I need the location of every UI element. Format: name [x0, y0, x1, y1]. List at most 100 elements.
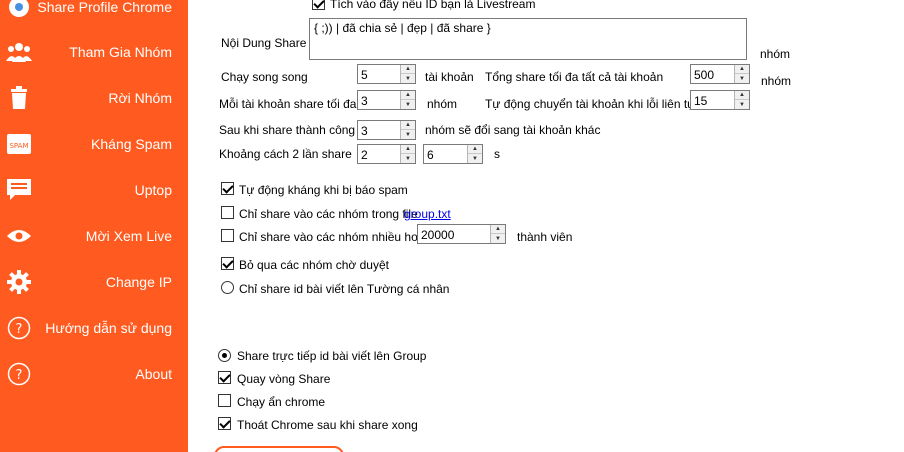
stepper-down-icon[interactable]: ▼ — [491, 234, 505, 243]
sidebar-item-khang-spam[interactable]: SPAM Kháng Spam — [0, 124, 188, 164]
stepper-value: 6 — [427, 148, 434, 162]
noi-dung-textarea[interactable]: { ;)) | đã chia sẻ | đẹp | đã share } — [309, 18, 747, 60]
stepper-down-icon[interactable]: ▼ — [401, 154, 415, 163]
stepper-buttons: ▲ ▼ — [400, 121, 415, 139]
khoang-cach-label: Khoảng cách 2 lần share — [219, 147, 352, 161]
sidebar-item-label: Share Profile Chrome — [37, 0, 172, 15]
sidebar-item-label: Change IP — [105, 274, 172, 290]
quay-vong-checkbox[interactable] — [218, 371, 231, 384]
message-icon — [6, 178, 32, 202]
sidebar-item-tham-gia-nhom[interactable]: Tham Gia Nhóm — [0, 32, 188, 72]
thoat-chrome-label: Thoát Chrome sau khi share xong — [237, 418, 418, 432]
sidebar-item-label: Rời Nhóm — [108, 90, 172, 106]
start-button[interactable] — [214, 446, 344, 452]
sidebar-item-label: Uptop — [134, 182, 172, 198]
sidebar-item-label: Kháng Spam — [91, 136, 172, 152]
tu-dong-khang-label: Tự động kháng khi bị báo spam — [239, 183, 408, 197]
sau-khi-share-label: Sau khi share thành công — [219, 123, 356, 137]
spam-icon: SPAM — [6, 132, 32, 156]
noi-dung-label: Nội Dung Share — [221, 36, 307, 50]
group-file-link[interactable]: group.txt — [404, 207, 451, 221]
stepper-up-icon[interactable]: ▲ — [735, 65, 749, 74]
livestream-checkbox[interactable] — [312, 0, 325, 10]
stepper-down-icon[interactable]: ▼ — [401, 100, 415, 109]
info-icon: ? — [6, 362, 32, 386]
chi-share-tuong-radio[interactable] — [221, 281, 234, 294]
stepper-up-icon[interactable]: ▲ — [401, 145, 415, 154]
sidebar-item-label: Mời Xem Live — [85, 228, 172, 244]
sidebar-item-roi-nhom[interactable]: Rời Nhóm — [0, 78, 188, 118]
stepper-buttons: ▲ ▼ — [734, 91, 749, 109]
chay-song-song-label: Chạy song song — [221, 70, 308, 84]
main-panel: Tích vào đây nếu ID bạn là Livestream Nộ… — [188, 0, 904, 452]
stepper-down-icon[interactable]: ▼ — [401, 74, 415, 83]
chrome-icon — [6, 0, 32, 19]
livestream-label: Tích vào đây nếu ID bạn là Livestream — [330, 0, 536, 11]
sidebar-item-change-ip[interactable]: Change IP — [0, 262, 188, 302]
stepper-buttons: ▲ ▼ — [467, 145, 482, 163]
stepper-down-icon[interactable]: ▼ — [735, 74, 749, 83]
chi-share-file-checkbox[interactable] — [221, 206, 234, 219]
stepper-buttons: ▲ ▼ — [490, 225, 505, 243]
chi-share-file-label: Chỉ share vào các nhóm trong file — [239, 207, 418, 221]
tai-khoan-label: tài khoản — [425, 70, 474, 84]
chi-share-nhieu-checkbox[interactable] — [221, 229, 234, 242]
svg-text:?: ? — [16, 322, 23, 337]
sidebar-item-share-profile-chrome[interactable]: Share Profile Chrome — [0, 0, 188, 27]
nhom-label: nhóm — [761, 74, 792, 88]
sidebar-item-about[interactable]: ? About — [0, 354, 188, 394]
sidebar-item-uptop[interactable]: Uptop — [0, 170, 188, 210]
stepper-up-icon[interactable]: ▲ — [491, 225, 505, 234]
stepper-value: 15 — [694, 94, 708, 108]
moi-tai-khoan-stepper[interactable]: 3 ▲ ▼ — [357, 90, 416, 110]
stepper-up-icon[interactable]: ▲ — [735, 91, 749, 100]
sidebar-item-label: Tham Gia Nhóm — [69, 44, 172, 60]
sidebar-item-label: About — [135, 366, 172, 382]
sau-khi-share-stepper[interactable]: 3 ▲ ▼ — [357, 120, 416, 140]
chi-share-nhieu-label: Chỉ share vào các nhóm nhiều hơn — [239, 230, 426, 244]
stepper-value: 2 — [361, 148, 368, 162]
tong-share-label: Tổng share tối đa tất cả tài khoản — [485, 70, 664, 84]
stepper-value: 500 — [694, 68, 715, 82]
stepper-down-icon[interactable]: ▼ — [401, 130, 415, 139]
thanh-vien-stepper[interactable]: 20000 ▲ ▼ — [417, 224, 506, 244]
stepper-down-icon[interactable]: ▼ — [735, 100, 749, 109]
moi-tai-khoan-label: Mỗi tài khoản share tối đa — [219, 97, 357, 111]
sidebar-item-huong-dan[interactable]: ? Hướng dẫn sử dụng — [0, 308, 188, 348]
eye-icon — [6, 224, 32, 248]
sidebar-item-moi-xem-live[interactable]: Mời Xem Live — [0, 216, 188, 256]
chay-an-checkbox[interactable] — [218, 394, 231, 407]
sidebar-item-label: Hướng dẫn sử dụng — [45, 320, 172, 336]
gear-icon — [6, 270, 32, 294]
stepper-up-icon[interactable]: ▲ — [401, 65, 415, 74]
stepper-down-icon[interactable]: ▼ — [468, 154, 482, 163]
seconds-label: s — [494, 147, 500, 161]
stepper-up-icon[interactable]: ▲ — [401, 121, 415, 130]
stepper-value: 5 — [361, 68, 368, 82]
stepper-buttons: ▲ ▼ — [734, 65, 749, 83]
tu-dong-chuyen-stepper[interactable]: 15 ▲ ▼ — [690, 90, 750, 110]
khoang-cach-from-stepper[interactable]: 2 ▲ ▼ — [357, 144, 416, 164]
stepper-value: 3 — [361, 94, 368, 108]
stepper-up-icon[interactable]: ▲ — [468, 145, 482, 154]
share-truc-tiep-radio[interactable] — [218, 349, 231, 362]
chay-an-label: Chạy ẩn chrome — [237, 395, 326, 409]
bo-qua-label: Bỏ qua các nhóm chờ duyệt — [239, 258, 389, 272]
khoang-cach-to-stepper[interactable]: 6 ▲ ▼ — [423, 144, 483, 164]
chay-song-song-stepper[interactable]: 5 ▲ ▼ — [357, 64, 416, 84]
tu-dong-chuyen-label: Tự động chuyển tài khoản khi lỗi liên tụ… — [485, 97, 700, 111]
nhom-label: nhóm — [760, 47, 791, 61]
tu-dong-khang-checkbox[interactable] — [221, 182, 234, 195]
sidebar: Share Profile Chrome Tham Gia Nhóm Rời N… — [0, 0, 188, 452]
share-truc-tiep-label: Share trực tiếp id bài viết lên Group — [237, 349, 427, 363]
bo-qua-checkbox[interactable] — [221, 257, 234, 270]
users-icon — [6, 40, 32, 64]
thoat-chrome-checkbox[interactable] — [218, 417, 231, 430]
tong-share-stepper[interactable]: 500 ▲ ▼ — [690, 64, 750, 84]
stepper-buttons: ▲ ▼ — [400, 65, 415, 83]
stepper-up-icon[interactable]: ▲ — [401, 91, 415, 100]
stepper-buttons: ▲ ▼ — [400, 145, 415, 163]
trash-icon — [6, 86, 32, 110]
thanh-vien-label: thành viên — [517, 230, 573, 244]
stepper-value: 20000 — [421, 228, 455, 242]
